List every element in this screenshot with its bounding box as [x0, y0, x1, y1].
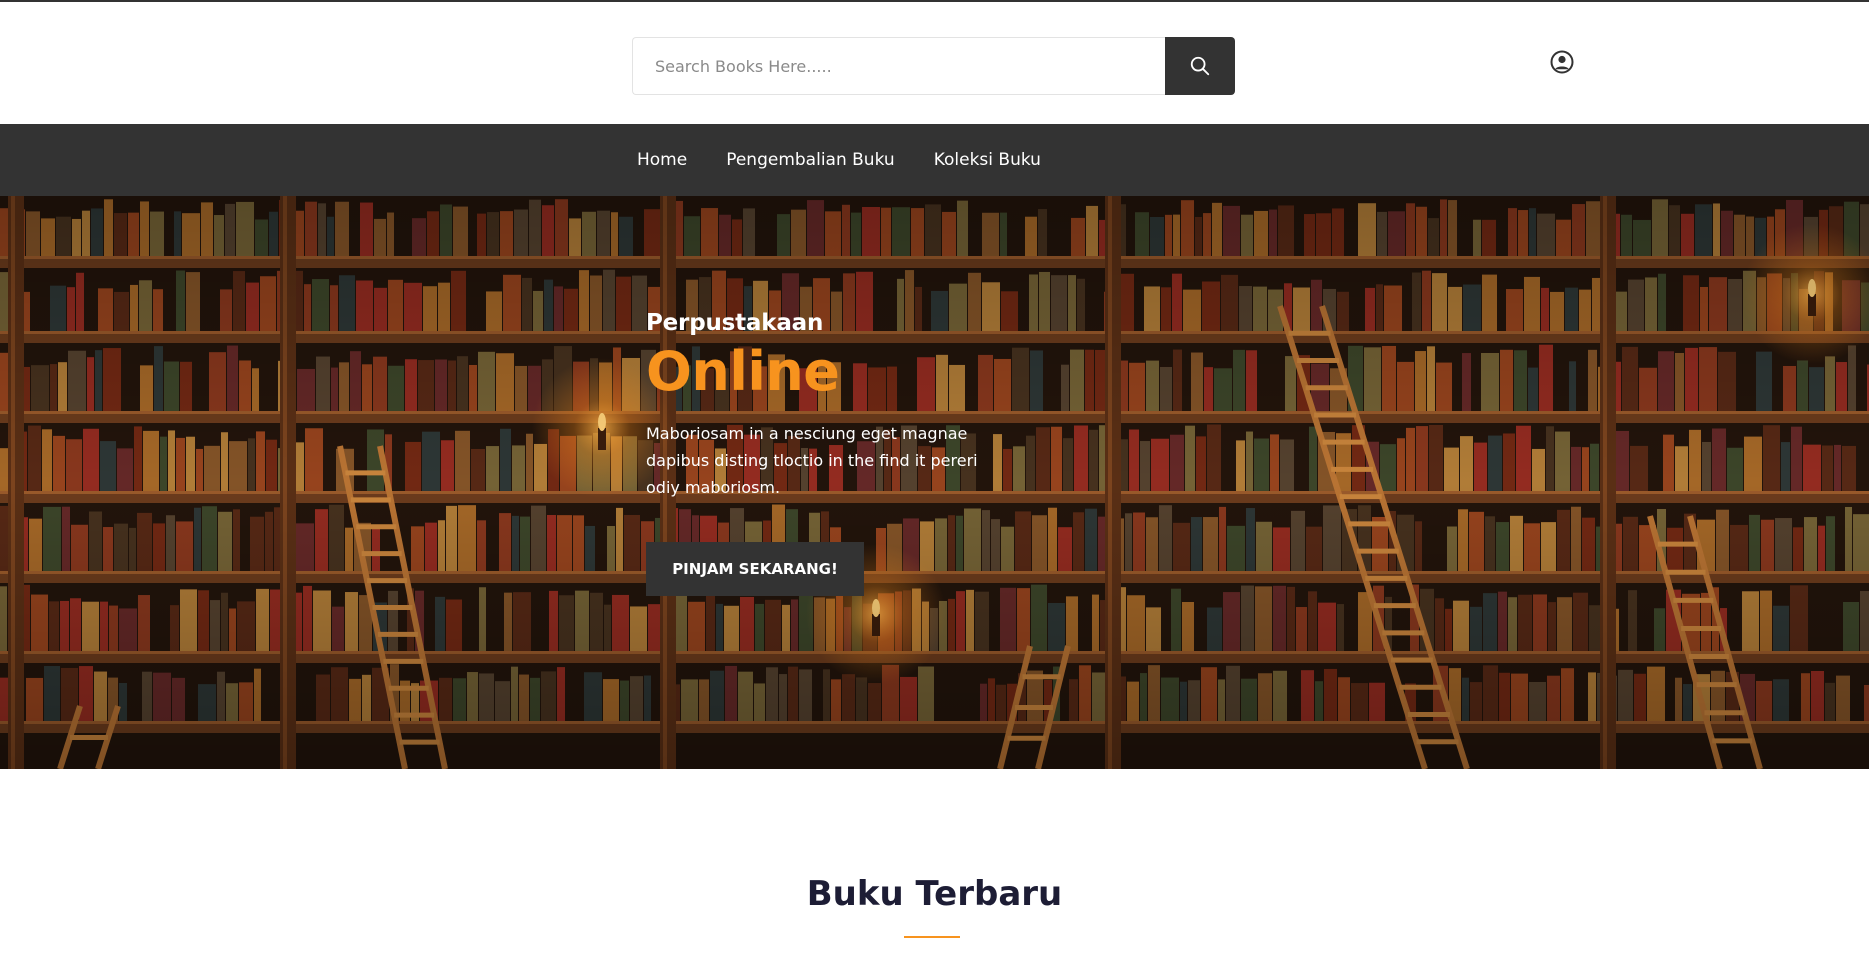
- search-form: [632, 37, 1235, 95]
- search-icon: [1189, 55, 1211, 77]
- borrow-now-button[interactable]: PINJAM SEKARANG!: [646, 542, 864, 596]
- site-header: [0, 2, 1869, 124]
- nav-list: Home Pengembalian Buku Koleksi Buku: [637, 124, 1080, 196]
- hero-content: Perpustakaan Online Maboriosam in a nesc…: [646, 310, 1006, 596]
- nav-item-koleksi-buku[interactable]: Koleksi Buku: [934, 150, 1041, 170]
- user-circle-icon: [1550, 50, 1574, 74]
- search-button[interactable]: [1165, 37, 1235, 95]
- nav-item-pengembalian-buku[interactable]: Pengembalian Buku: [726, 150, 894, 170]
- hero-description: Maboriosam in a nesciung eget magnae dap…: [646, 424, 978, 497]
- section-title: Buku Terbaru: [806, 874, 1063, 914]
- hero-banner: Perpustakaan Online Maboriosam in a nesc…: [0, 196, 1869, 769]
- user-account-button[interactable]: [1549, 49, 1575, 75]
- section-title-underline: [904, 936, 960, 938]
- search-input[interactable]: [632, 37, 1165, 95]
- main-navigation: Home Pengembalian Buku Koleksi Buku: [0, 124, 1869, 196]
- hero-title: Online: [646, 340, 840, 403]
- hero-eyebrow: Perpustakaan: [646, 310, 824, 336]
- nav-item-home[interactable]: Home: [637, 150, 687, 170]
